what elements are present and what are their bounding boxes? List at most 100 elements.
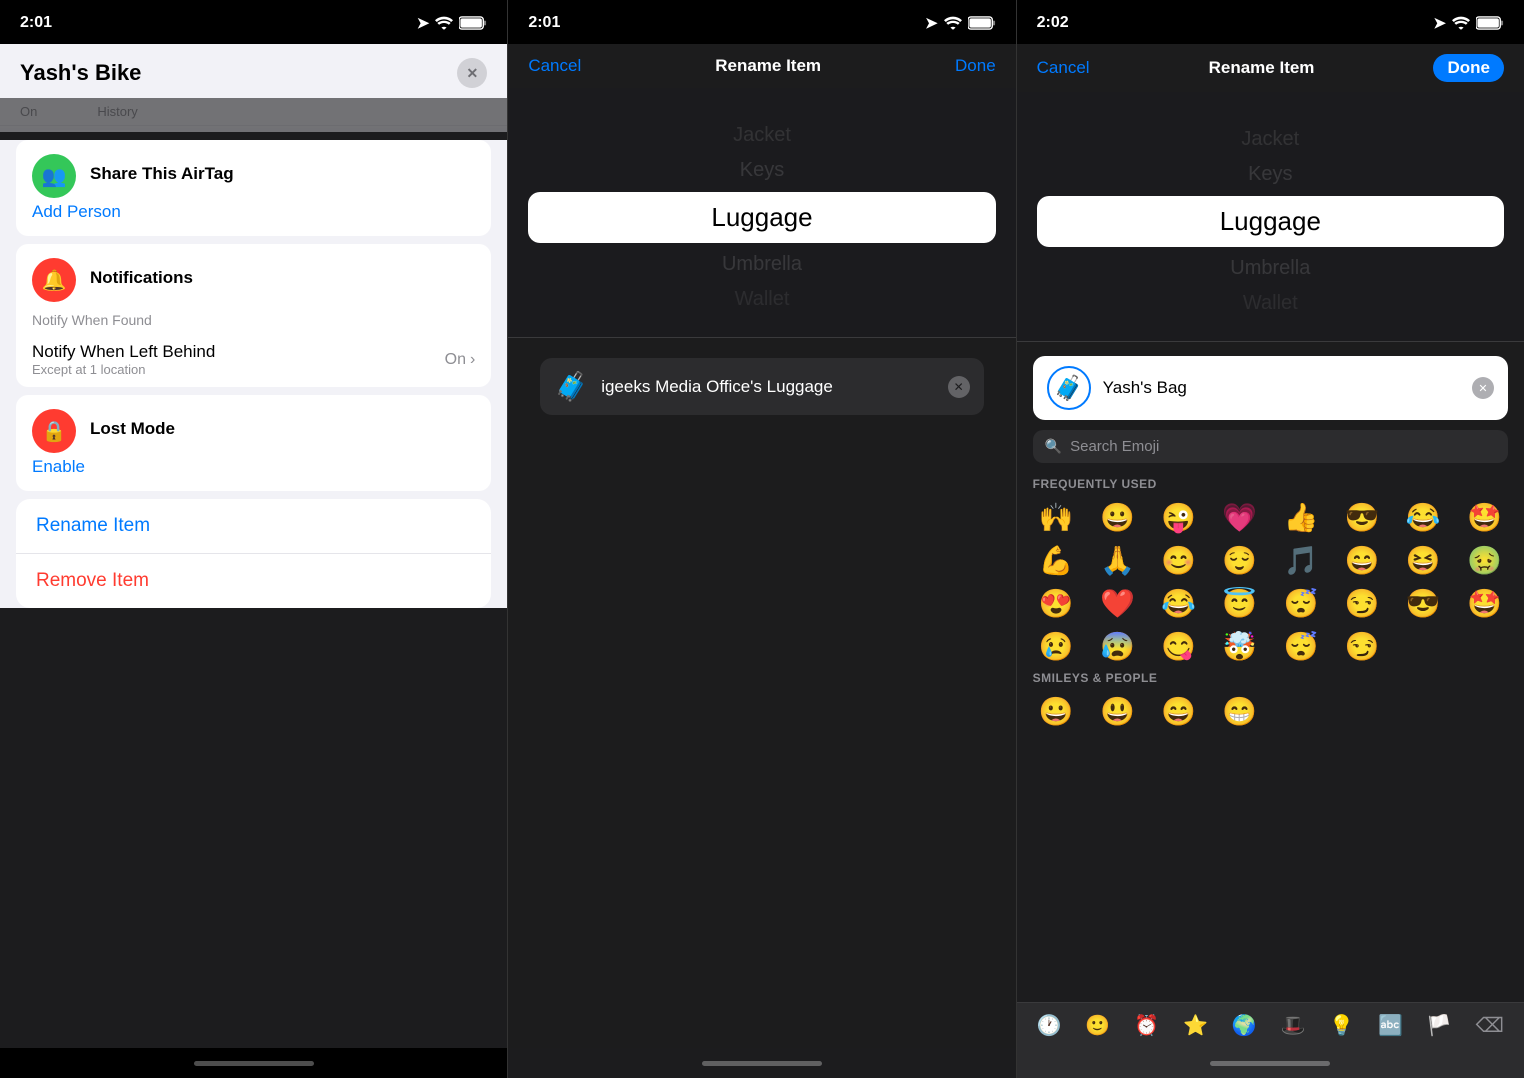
emoji-30[interactable]: 😏	[1332, 626, 1391, 667]
emoji-14[interactable]: 😄	[1332, 540, 1391, 581]
add-person-link[interactable]: Add Person	[16, 202, 491, 236]
toolbar-smile[interactable]: 🙂	[1085, 1013, 1110, 1038]
airtag-title: Yash's Bike	[20, 60, 141, 86]
cancel-button-3[interactable]: Cancel	[1037, 56, 1090, 80]
picker3-luggage[interactable]: Luggage	[1037, 206, 1504, 237]
emoji-26[interactable]: 😰	[1088, 626, 1147, 667]
s-emoji-1[interactable]: 😀	[1027, 691, 1086, 732]
emoji-18[interactable]: ❤️	[1088, 583, 1147, 624]
emoji-5[interactable]: 👍	[1271, 497, 1330, 538]
toolbar-backspace[interactable]: ⌫	[1476, 1013, 1504, 1038]
rename-item-button[interactable]: Rename Item	[16, 499, 491, 554]
emoji-8[interactable]: 🤩	[1455, 497, 1514, 538]
input-area-2: 🧳 ✕	[508, 338, 1015, 1048]
wifi-icon-3	[1452, 16, 1470, 30]
done-button-3[interactable]: Done	[1433, 54, 1504, 82]
lost-mode-label: Lost Mode	[90, 419, 175, 439]
on-label: On	[20, 104, 37, 119]
emoji-15[interactable]: 😆	[1394, 540, 1453, 581]
picker-selected-bg: Luggage	[528, 192, 995, 243]
status-bar-3: 2:02 ➤	[1017, 0, 1524, 44]
emoji-27[interactable]: 😋	[1149, 626, 1208, 667]
emoji-11[interactable]: 😊	[1149, 540, 1208, 581]
picker-item-luggage[interactable]: Luggage	[528, 202, 995, 233]
emoji-13[interactable]: 🎵	[1271, 540, 1330, 581]
time-1: 2:01	[20, 14, 52, 32]
emoji-4[interactable]: 💗	[1210, 497, 1269, 538]
toolbar-clock[interactable]: 🕐	[1037, 1013, 1062, 1038]
panel1-scroll: 👥 Share This AirTag Add Person 🔔 Notific…	[0, 132, 507, 1048]
cancel-button-2[interactable]: Cancel	[528, 54, 581, 78]
status-icons-1: ➤	[417, 14, 488, 32]
emoji-search-bar[interactable]: 🔍 Search Emoji	[1033, 430, 1508, 463]
remove-item-button[interactable]: Remove Item	[16, 554, 491, 608]
picker-item-wallet-faded: Wallet	[508, 282, 1015, 317]
location-icon-2: ➤	[925, 14, 938, 32]
emoji-10[interactable]: 🙏	[1088, 540, 1147, 581]
emoji-7[interactable]: 😂	[1394, 497, 1453, 538]
wifi-icon-2	[944, 16, 962, 30]
emoji-20[interactable]: 😇	[1210, 583, 1269, 624]
share-icon-circle: 👥	[32, 154, 76, 198]
s-emoji-4[interactable]: 😁	[1210, 691, 1269, 732]
emoji-22[interactable]: 😏	[1332, 583, 1391, 624]
clear-input-button-2[interactable]: ✕	[948, 376, 970, 398]
s-emoji-2[interactable]: 😃	[1088, 691, 1147, 732]
emoji-17[interactable]: 😍	[1027, 583, 1086, 624]
emoji-6[interactable]: 😎	[1332, 497, 1391, 538]
enable-link[interactable]: Enable	[16, 457, 491, 491]
freq-emoji-grid: 🙌 😀 😜 💗 👍 😎 😂 🤩 💪 🙏 😊 😌 🎵 😄 😆 🤢 😍 ❤️ 😂 😇…	[1017, 497, 1524, 667]
emoji-21[interactable]: 😴	[1271, 583, 1330, 624]
name-input-row-3: 🧳 ✕	[1033, 356, 1508, 420]
emoji-1[interactable]: 🙌	[1027, 497, 1086, 538]
done-button-2[interactable]: Done	[955, 54, 996, 78]
notify-left-behind-row[interactable]: Notify When Left Behind Except at 1 loca…	[16, 332, 491, 387]
input-area-3: 🧳 ✕	[1017, 342, 1524, 430]
s-emoji-3[interactable]: 😄	[1149, 691, 1208, 732]
time-2: 2:01	[528, 14, 560, 32]
emoji-12[interactable]: 😌	[1210, 540, 1269, 581]
emoji-28[interactable]: 🤯	[1210, 626, 1269, 667]
emoji-29[interactable]: 😴	[1271, 626, 1330, 667]
emoji-3[interactable]: 😜	[1149, 497, 1208, 538]
name-input-row-2: 🧳 ✕	[540, 358, 983, 415]
name-input-field-2[interactable]	[601, 377, 935, 397]
toolbar-star[interactable]: ⭐	[1183, 1013, 1208, 1038]
toolbar-globe[interactable]: 🌍	[1232, 1013, 1257, 1038]
name-input-field-3[interactable]	[1103, 378, 1460, 398]
toolbar-flag[interactable]: 🏳️	[1427, 1013, 1452, 1038]
people-icon: 👥	[42, 164, 67, 189]
toolbar-abc[interactable]: 🔤	[1378, 1013, 1403, 1038]
picker3-jacket: Jacket	[1017, 122, 1524, 157]
rename-remove-card: Rename Item Remove Item	[16, 499, 491, 608]
close-button[interactable]: ✕	[457, 58, 487, 88]
clear-input-button-3[interactable]: ✕	[1472, 377, 1494, 399]
toolbar-hat[interactable]: 🎩	[1281, 1013, 1306, 1038]
notify-left-behind-title: Notify When Left Behind	[32, 342, 215, 362]
emoji-9[interactable]: 💪	[1027, 540, 1086, 581]
search-placeholder: Search Emoji	[1070, 438, 1159, 455]
chevron-right-icon: ›	[470, 351, 475, 369]
emoji-25[interactable]: 😢	[1027, 626, 1086, 667]
lost-mode-card: 🔒 Lost Mode Enable	[16, 395, 491, 491]
lock-icon: 🔒	[42, 419, 67, 444]
emoji-19[interactable]: 😂	[1149, 583, 1208, 624]
emoji-23[interactable]: 😎	[1394, 583, 1453, 624]
search-icon: 🔍	[1045, 438, 1062, 455]
home-indicator-1	[0, 1048, 507, 1078]
emoji-24[interactable]: 🤩	[1455, 583, 1514, 624]
notify-left-behind-text-group: Notify When Left Behind Except at 1 loca…	[32, 342, 215, 377]
panel1: 2:01 ➤ Yash's Bike ✕ On History 👥	[0, 0, 507, 1078]
emoji-icon-circle[interactable]: 🧳	[1047, 366, 1091, 410]
emoji-16[interactable]: 🤢	[1455, 540, 1514, 581]
picker3-umbrella: Umbrella	[1017, 251, 1524, 286]
emoji-toolbar: 🕐 🙂 ⏰ ⭐ 🌍 🎩 💡 🔤 🏳️ ⌫	[1017, 1002, 1524, 1048]
share-card: 👥 Share This AirTag Add Person	[16, 140, 491, 236]
picker-item-umbrella-faded: Umbrella	[508, 247, 1015, 282]
home-bar-1	[194, 1061, 314, 1066]
emoji-2[interactable]: 😀	[1088, 497, 1147, 538]
toolbar-alarm[interactable]: ⏰	[1134, 1013, 1159, 1038]
panel3: 2:02 ➤ Cancel Rename Item Done Jacket Ke…	[1016, 0, 1524, 1078]
notify-left-behind-sub: Except at 1 location	[32, 362, 215, 377]
toolbar-lightbulb[interactable]: 💡	[1329, 1013, 1354, 1038]
